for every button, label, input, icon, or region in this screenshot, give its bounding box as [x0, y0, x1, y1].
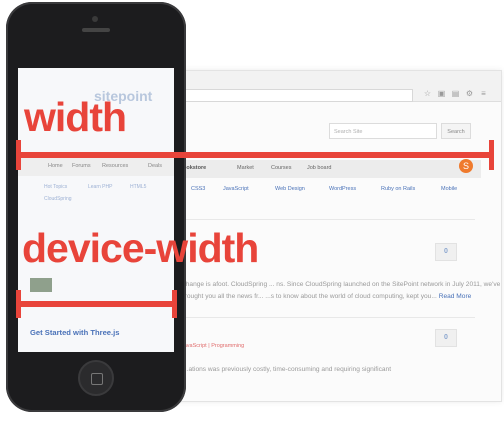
divider [175, 219, 475, 220]
post-snippet-line2: brought you all the news fr... ...s to k… [181, 291, 471, 302]
nav-item-job-board[interactable]: Job board [307, 165, 331, 171]
home-icon [91, 373, 103, 385]
divider [175, 317, 475, 318]
search-input[interactable]: Search Site [329, 123, 437, 139]
nav-item-market[interactable]: Market [237, 165, 254, 171]
phone: sitepoint Home Forums Resources Deals Ho… [6, 2, 186, 412]
sub-item-wordpress[interactable]: WordPress [329, 186, 356, 192]
category-link[interactable]: JavaScript | Programming [181, 343, 244, 349]
sitepoint-s-icon[interactable]: S [459, 159, 473, 173]
sub-item-cloudspring[interactable]: CloudSpring [44, 196, 72, 202]
category-label[interactable]: Programming [211, 343, 244, 349]
camera [92, 16, 98, 22]
browser-toolbar: ☆ ▣ ▤ ⚙ ≡ [161, 71, 501, 102]
width-bar [16, 152, 494, 158]
device-width-label: device-width [22, 225, 259, 271]
post-snippet-line1: Change is afoot. CloudSpring ... ns. Sin… [181, 279, 500, 290]
address-bar[interactable] [181, 89, 413, 102]
sub-item-ruby-on-rails[interactable]: Ruby on Rails [381, 186, 415, 192]
comment-count-badge[interactable]: 0 [435, 329, 457, 347]
comment-count-badge[interactable]: 0 [435, 243, 457, 261]
bookmark-icon[interactable]: ▣ [437, 89, 446, 98]
sub-item-css3[interactable]: CSS3 [191, 186, 205, 192]
nav-item-forums[interactable]: Forums [72, 163, 91, 169]
gear-icon[interactable]: ⚙ [465, 89, 474, 98]
menu-icon[interactable]: ≡ [479, 89, 488, 98]
sub-item-mobile[interactable]: Mobile [441, 186, 457, 192]
device-width-bar-right-tick [172, 290, 177, 318]
post-title[interactable]: Get Started with Three.js [30, 328, 119, 337]
nav-item-deals[interactable]: Deals [148, 163, 162, 169]
post-thumbnail[interactable] [30, 278, 52, 292]
sub-item-web-design[interactable]: Web Design [275, 186, 305, 192]
nav-item-courses[interactable]: Courses [271, 165, 291, 171]
sub-item-learn-php[interactable]: Learn PHP [88, 184, 112, 190]
snippet-text: Change is afoot. CloudSpring ... ns. Sin… [181, 281, 501, 288]
nav-item-resources[interactable]: Resources [102, 163, 128, 169]
width-bar-left-tick [16, 140, 21, 170]
width-bar-right-tick [489, 140, 494, 170]
star-icon[interactable]: ☆ [423, 89, 432, 98]
read-more-link[interactable]: Read More [439, 293, 472, 300]
search-button[interactable]: Search [441, 123, 471, 139]
nav-item-home[interactable]: Home [48, 163, 63, 169]
width-label: width [24, 94, 127, 140]
speaker [82, 28, 110, 32]
snippet-text: brought you all the news fr... ...s to k… [181, 293, 437, 300]
sub-item-hot-topics[interactable]: Hot Topics [44, 184, 67, 190]
home-button[interactable] [78, 360, 114, 396]
sub-item-html5[interactable]: HTML5 [130, 184, 146, 190]
sub-item-javascript[interactable]: JavaScript [223, 186, 249, 192]
post-snippet: ...ations was previously costly, time-co… [183, 366, 392, 373]
device-width-bar [16, 301, 176, 307]
extension-icon[interactable]: ▤ [451, 89, 460, 98]
device-width-bar-left-tick [16, 290, 21, 318]
